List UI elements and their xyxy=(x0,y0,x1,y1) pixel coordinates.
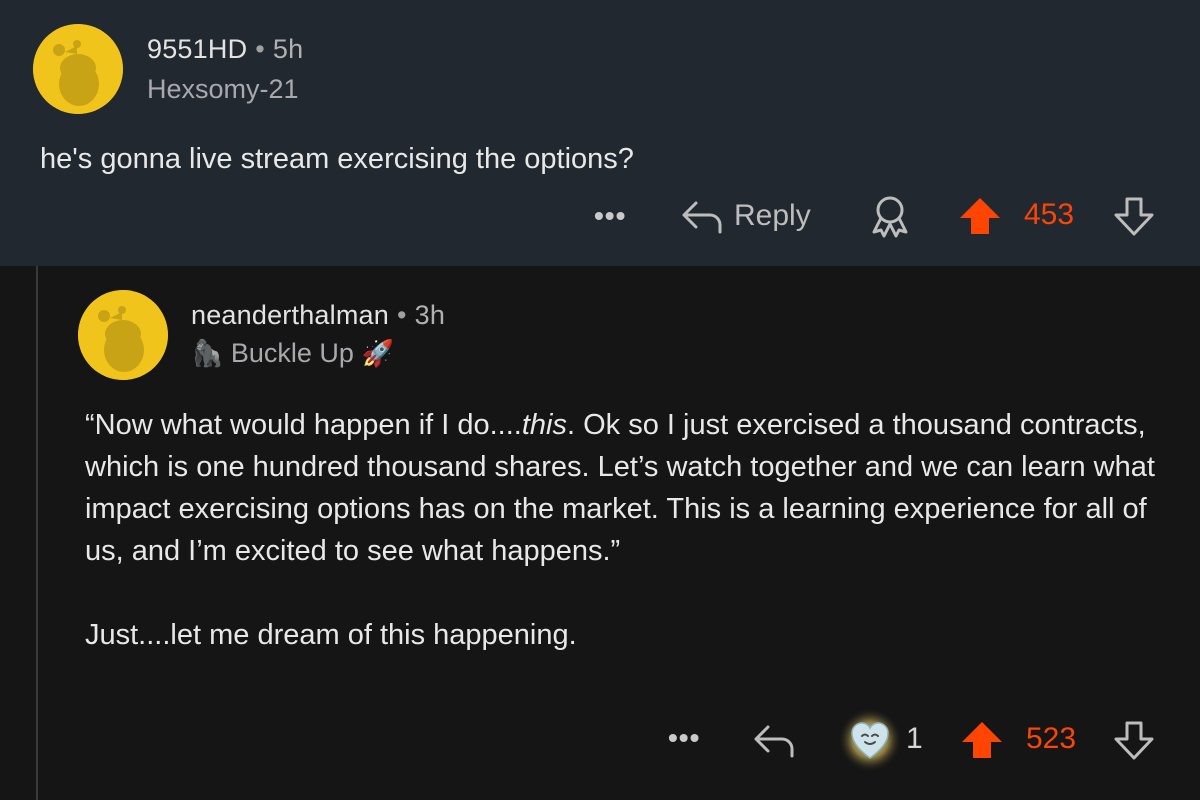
gorilla-icon: 🦍 xyxy=(191,338,224,368)
award-button[interactable] xyxy=(838,708,902,772)
downvote-button[interactable] xyxy=(1112,196,1156,238)
username-line: neanderthalman • 3h xyxy=(191,300,445,331)
username[interactable]: neanderthalman xyxy=(191,300,389,330)
user-flair: 🦍 Buckle Up 🚀 xyxy=(191,338,394,369)
more-icon: ••• xyxy=(594,200,627,231)
upvote-button[interactable] xyxy=(960,720,1004,760)
separator: • xyxy=(396,300,407,330)
snoo-avatar-icon xyxy=(78,290,168,380)
downvote-arrow-icon xyxy=(1114,721,1154,760)
comment-text: he's gonna live stream exercising the op… xyxy=(40,143,634,175)
upvote-arrow-icon xyxy=(960,198,1000,234)
reply-arrow-icon xyxy=(754,725,794,758)
award-ribbon-icon xyxy=(872,196,908,238)
quote-start: “Now what would happen if I do.... xyxy=(85,409,522,441)
username-line: 9551HD • 5h xyxy=(147,34,303,65)
username[interactable]: 9551HD xyxy=(147,34,247,64)
award-button[interactable] xyxy=(868,194,912,240)
upvote-button[interactable] xyxy=(958,196,1002,236)
user-flair: Hexsomy-21 xyxy=(147,74,299,104)
downvote-button[interactable] xyxy=(1112,720,1156,762)
thread-line[interactable] xyxy=(36,266,38,800)
rocket-icon: 🚀 xyxy=(361,338,394,368)
closing-paragraph: Just....let me dream of this happening. xyxy=(85,619,577,651)
quote-paragraph: “Now what would happen if I do....this. … xyxy=(85,404,1165,572)
more-options-button[interactable]: ••• xyxy=(594,200,626,232)
flair-text: Buckle Up xyxy=(230,338,354,368)
timestamp: 3h xyxy=(414,300,446,330)
award-count: 1 xyxy=(906,722,923,756)
comment-thread: 9551HD • 5h Hexsomy-21 he's gonna live str… xyxy=(0,0,1200,800)
parent-comment: 9551HD • 5h Hexsomy-21 he's gonna live str… xyxy=(0,0,1200,266)
avatar[interactable] xyxy=(33,24,123,114)
avatar[interactable] xyxy=(78,290,168,380)
vote-count: 453 xyxy=(1024,198,1075,231)
downvote-arrow-icon xyxy=(1114,197,1154,236)
reply-button[interactable]: Reply xyxy=(680,196,811,236)
wholesome-award-icon xyxy=(838,708,902,772)
timestamp: 5h xyxy=(272,34,304,64)
more-options-button[interactable]: ••• xyxy=(668,722,700,754)
upvote-arrow-icon xyxy=(962,722,1002,758)
more-icon: ••• xyxy=(668,722,701,753)
reply-button[interactable] xyxy=(752,720,796,760)
separator: • xyxy=(255,34,265,64)
comment-body: he's gonna live stream exercising the op… xyxy=(40,138,1160,180)
quote-italic: this xyxy=(521,409,567,441)
comment-body: “Now what would happen if I do....this. … xyxy=(85,404,1165,656)
award-count-text: 1 xyxy=(906,722,923,755)
reply-label: Reply xyxy=(734,199,811,232)
vote-count: 523 xyxy=(1026,722,1077,755)
snoo-avatar-icon xyxy=(33,24,123,114)
score: 523 xyxy=(1026,722,1076,756)
score: 453 xyxy=(1024,198,1074,232)
reply-arrow-icon xyxy=(682,201,722,234)
